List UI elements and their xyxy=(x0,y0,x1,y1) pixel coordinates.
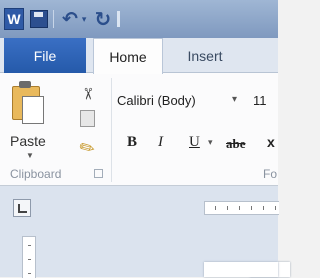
customize-toolbar-icon[interactable] xyxy=(117,11,121,27)
clipboard-group-label: Clipboard xyxy=(10,167,62,181)
undo-icon[interactable]: ↶ xyxy=(62,8,78,31)
tab-selector-button[interactable] xyxy=(13,199,31,217)
tab-home[interactable]: Home xyxy=(93,38,163,74)
paste-dropdown-icon[interactable]: ▼ xyxy=(26,151,34,160)
tab-file[interactable]: File xyxy=(4,38,86,73)
redo-icon[interactable]: ↻ xyxy=(94,7,111,32)
quick-access-toolbar: W ↶ ▾ ↻ xyxy=(4,7,121,32)
font-group-label: Fo xyxy=(263,167,278,181)
scissors-icon[interactable]: ✂ xyxy=(78,87,98,100)
bold-button[interactable]: B xyxy=(127,134,137,151)
paste-button[interactable]: Paste xyxy=(10,133,46,149)
italic-button[interactable]: I xyxy=(158,134,163,151)
undo-dropdown-icon[interactable]: ▾ xyxy=(82,14,87,25)
save-icon[interactable] xyxy=(30,10,48,28)
vertical-ruler[interactable] xyxy=(22,236,36,278)
ribbon-group-divider xyxy=(111,78,112,182)
clipboard-paste-icon[interactable] xyxy=(10,80,44,124)
dialog-launcher-icon[interactable] xyxy=(94,169,103,178)
document-page[interactable] xyxy=(204,262,278,277)
copy-icon[interactable] xyxy=(80,110,95,127)
underline-dropdown-icon[interactable]: ▾ xyxy=(208,137,213,148)
underline-button[interactable]: U xyxy=(189,134,200,151)
horizontal-ruler[interactable] xyxy=(204,201,279,215)
word-icon[interactable]: W xyxy=(4,8,24,30)
font-name-dropdown-icon[interactable]: ▾ xyxy=(232,94,237,105)
font-name-box[interactable]: Calibri (Body) xyxy=(117,93,196,108)
tab-insert[interactable]: Insert xyxy=(175,38,235,73)
subscript-button[interactable]: x xyxy=(267,134,275,150)
font-size-box[interactable]: 11 xyxy=(253,93,267,108)
toolbar-separator xyxy=(53,10,54,28)
strikethrough-button[interactable]: abe xyxy=(226,136,246,152)
